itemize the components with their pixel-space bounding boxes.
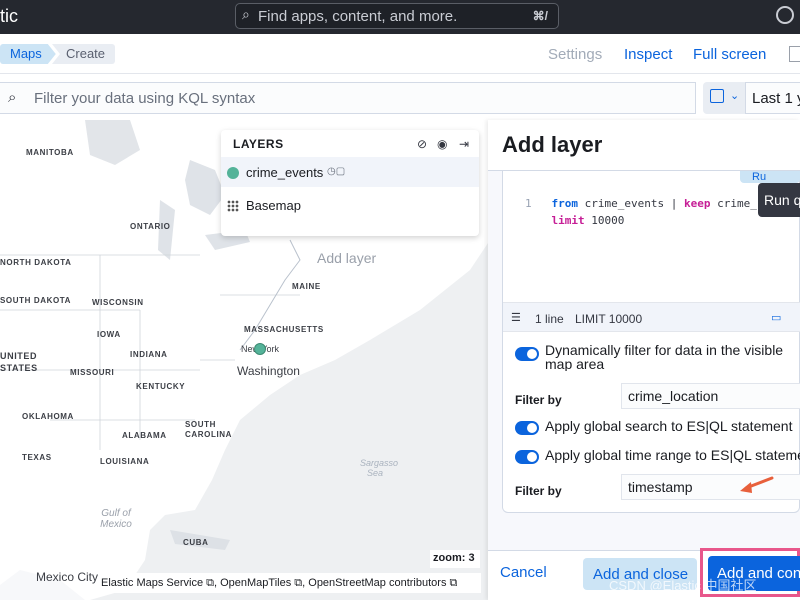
map-label: ONTARIO — [130, 222, 171, 231]
run-query-tooltip: Run q — [758, 183, 800, 217]
geo-field-select[interactable]: crime_location — [621, 383, 800, 409]
map-attribution[interactable]: Elastic Maps Service ⧉, OpenMapTiles ⧉, … — [98, 573, 481, 593]
filter-by-label: Filter by — [515, 393, 562, 407]
limit-indicator: LIMIT 10000 — [575, 312, 643, 326]
map-label: KENTUCKY — [136, 382, 186, 391]
cancel-button[interactable]: Cancel — [500, 564, 547, 581]
map-label: MISSOURI — [70, 368, 115, 377]
watermark: CSDN @Elastic 中国社区 — [609, 578, 757, 593]
esql-code-editor[interactable]: 1 from crime_events | keep crime_ limit … — [525, 195, 757, 229]
inspect-link[interactable]: Inspect — [624, 46, 672, 63]
map-label: IOWA — [97, 330, 121, 339]
run-query-button[interactable]: Ru — [740, 171, 800, 183]
layers-panel-title: LAYERS — [233, 137, 284, 151]
map-label: CUBA — [183, 538, 209, 547]
layers-panel: LAYERS ⊘ ◉ ⇥ crime_events ◷▢ Basemap — [221, 130, 479, 236]
search-icon: ⌕ — [242, 6, 250, 22]
map-water-label: Sargasso Sea — [360, 458, 399, 478]
tiles-icon — [227, 200, 239, 212]
eye-closed-icon[interactable]: ⊘ — [417, 137, 427, 151]
app-toolbar: Create Maps Settings Inspect Full screen — [0, 34, 800, 74]
search-icon: ⌕ — [8, 89, 17, 106]
arrow-annotation-icon — [740, 476, 774, 493]
date-quick-menu-button[interactable]: ⌄ — [703, 82, 745, 114]
global-search-label: Apply global search to ES|QL statement — [545, 418, 793, 434]
calendar-icon — [710, 89, 724, 103]
add-layer-flyout: Add layer 1 from crime_events | keep cri… — [488, 120, 800, 600]
brand-name[interactable]: tic — [0, 6, 18, 27]
layer-color-swatch — [227, 167, 239, 179]
map-label: SOUTH DAKOTA — [0, 296, 72, 305]
dynamic-filter-toggle[interactable] — [515, 347, 539, 361]
flyout-title: Add layer — [502, 132, 603, 157]
map-label: NORTH DAKOTA — [0, 258, 72, 267]
collapse-icon[interactable]: ⇥ — [459, 137, 469, 151]
map-label: ALABAMA — [122, 431, 167, 440]
code-text: crime_ — [710, 197, 757, 210]
map-label: UNITED STATES — [0, 351, 38, 373]
code-text: crime_events | — [578, 197, 684, 210]
layer-item-basemap[interactable]: Basemap — [221, 190, 479, 220]
breadcrumb-maps[interactable]: Maps — [0, 44, 56, 64]
code-keyword: keep — [683, 197, 711, 210]
share-icon[interactable] — [789, 46, 800, 62]
help-icon[interactable] — [776, 6, 794, 24]
code-text: 10000 — [584, 214, 625, 227]
map-label: WISCONSIN — [92, 298, 144, 307]
global-time-toggle[interactable] — [515, 450, 539, 464]
breadcrumb-create: Create — [52, 44, 116, 64]
editor-footer: ☰ 1 line LIMIT 10000 ▭ — [503, 302, 800, 332]
layer-status-icon: ◷▢ — [327, 166, 346, 177]
query-bar: ⌕ Filter your data using KQL syntax ⌄ La… — [0, 74, 800, 120]
line-count: 1 line — [535, 312, 564, 326]
global-time-label: Apply global time range to ES|QL stateme… — [545, 447, 800, 463]
map-label: MANITOBA — [26, 148, 74, 157]
eye-icon[interactable]: ◉ — [437, 137, 447, 151]
dynamic-filter-label: Dynamically filter for data in the visib… — [545, 343, 784, 371]
map-water-label: Gulf of Mexico — [100, 508, 132, 530]
map-label: SOUTH CAROLINA — [185, 420, 233, 439]
map-label: MASSACHUSETTS — [244, 325, 324, 334]
line-number: 1 — [525, 197, 532, 210]
layer-name: Basemap — [246, 198, 301, 213]
map-city: Mexico City — [36, 570, 99, 584]
global-search-input[interactable]: ⌕ Find apps, content, and more. ⌘/ — [235, 3, 559, 29]
map-label: OKLAHOMA — [22, 412, 74, 421]
layer-item-crime-events[interactable]: crime_events ◷▢ — [221, 157, 479, 187]
full-screen-link[interactable]: Full screen — [693, 46, 766, 63]
chevron-down-icon: ⌄ — [730, 90, 740, 102]
lines-icon: ☰ — [511, 312, 521, 324]
map-label: INDIANA — [130, 350, 168, 359]
add-layer-ghost-label: Add layer — [317, 250, 377, 266]
global-header: tic ⌕ Find apps, content, and more. ⌘/ — [0, 0, 800, 34]
date-range-display[interactable]: Last 1 y — [745, 82, 800, 114]
settings-link[interactable]: Settings — [548, 46, 602, 63]
zoom-indicator: zoom: 3 — [430, 550, 480, 568]
code-keyword: from — [551, 197, 579, 210]
global-search-placeholder: Find apps, content, and more. — [258, 8, 458, 25]
keyboard-shortcut-badge: ⌘/ — [532, 9, 548, 23]
crime-event-point[interactable] — [254, 343, 266, 355]
esql-editor-card: 1 from crime_events | keep crime_ limit … — [502, 171, 800, 513]
layer-name: crime_events — [246, 165, 324, 180]
global-search-toggle[interactable] — [515, 421, 539, 435]
kql-filter-input[interactable]: ⌕ Filter your data using KQL syntax — [0, 82, 696, 114]
map-label: MAINE — [292, 282, 321, 291]
code-keyword: limit — [551, 214, 585, 227]
map-city: Washington — [237, 364, 300, 378]
filter-by-label: Filter by — [515, 484, 562, 498]
kql-placeholder: Filter your data using KQL syntax — [34, 90, 256, 107]
map-label: TEXAS — [22, 453, 52, 462]
feedback-icon[interactable]: ▭ — [771, 311, 781, 324]
map-label: LOUISIANA — [100, 457, 150, 466]
